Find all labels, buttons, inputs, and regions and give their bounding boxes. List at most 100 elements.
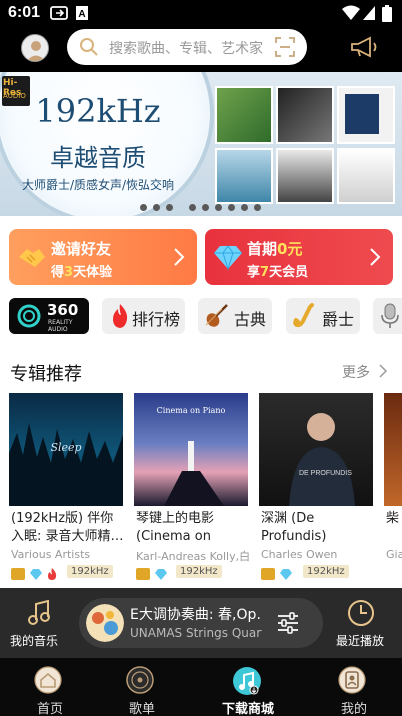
membership-reward: 享7天会员 [247, 261, 308, 280]
page-dot [202, 204, 209, 211]
quality-badges-icon [136, 568, 167, 580]
svg-text:A: A [78, 9, 85, 20]
recent-play-label: 最近播放 [336, 634, 385, 648]
forest-artwork: Sleep [9, 423, 123, 506]
album-badges [136, 566, 172, 580]
album-artist: Karl-Andreas Kolly,白… [136, 550, 250, 563]
nav-store[interactable]: 下载商城 [198, 658, 298, 716]
nav-mine-label: 我的 [340, 702, 367, 716]
svg-text:Sleep: Sleep [50, 441, 81, 454]
chip-jazz-label: 爵士 [322, 310, 355, 329]
now-playing-art [86, 604, 124, 642]
megaphone-icon[interactable] [350, 36, 380, 58]
lighthouse-artwork: Cinema on Piano [157, 406, 226, 506]
chevron-right-icon [174, 248, 185, 266]
more-label: 更多 [342, 365, 370, 381]
status-time: 6:01 [8, 4, 41, 21]
diamond-icon [214, 245, 242, 271]
membership-title: 首期0元 [247, 238, 302, 259]
album-title: 深渊 (De Profundis) [261, 511, 327, 544]
banner-album-cover [337, 86, 395, 144]
album-art-icon [86, 604, 124, 642]
chip-jazz[interactable]: 爵士 [286, 298, 360, 334]
chip-360-reality: REALITY [48, 319, 73, 326]
banner-album-cover [337, 148, 395, 204]
user-icon [26, 41, 46, 61]
banner-tagline: 大师爵士/质感女声/恢弘交响 [21, 178, 175, 192]
invite-friends-card[interactable]: 邀请好友 得3天体验 [9, 229, 197, 285]
album-card[interactable]: DE PROFUNDIS 深渊 (De Profundis) Charles O… [259, 393, 375, 585]
album-frequency: 192kHz [303, 565, 349, 578]
chip-360-reality-audio[interactable]: 360 REALITY AUDIO [9, 298, 89, 334]
membership-card[interactable]: 首期0元 享7天会员 [205, 229, 393, 285]
page-dot [140, 204, 147, 211]
page-dot [228, 204, 235, 211]
promo-banner[interactable]: Hi-Res AUDIO 192kHz 卓越音质 大师爵士/质感女声/恢弘交响 [0, 72, 402, 216]
membership-title-pre: 首期 [247, 240, 278, 258]
app-header: 搜索歌曲、专辑、艺术家 [0, 28, 402, 72]
chip-charts-label: 排行榜 [132, 310, 181, 329]
scan-icon[interactable] [275, 37, 295, 57]
profile-icon [338, 666, 366, 694]
chip-360-number: 360 [47, 301, 79, 319]
violin-icon [205, 304, 228, 327]
album-frequency: 192kHz [67, 565, 113, 578]
my-music-label: 我的音乐 [10, 634, 59, 648]
banner-page-indicator [140, 196, 267, 215]
page-dot [166, 204, 173, 211]
chip-vocal[interactable] [373, 298, 402, 334]
album-frequency: 192kHz [176, 565, 222, 578]
svg-text:DE PROFUNDIS: DE PROFUNDIS [299, 470, 352, 477]
music-store-icon [233, 667, 261, 695]
membership-days: 7 [260, 265, 270, 280]
invite-reward-days: 3 [64, 265, 74, 280]
album-card[interactable]: Cinema on Piano 琴键上的电影 (Cinema on Pian… … [134, 393, 250, 585]
svg-text:Cinema on Piano: Cinema on Piano [157, 406, 226, 415]
portrait-artwork: DE PROFUNDIS [289, 413, 355, 506]
page-dot [241, 204, 248, 211]
signal-icon [363, 6, 375, 20]
invite-reward: 得3天体验 [51, 261, 112, 280]
disc-icon [126, 666, 154, 694]
playlist-controls-icon[interactable] [276, 611, 300, 635]
banner-subtitle: 卓越音质 [50, 144, 146, 172]
recent-play-button[interactable]: 最近播放 [330, 588, 402, 658]
my-music-button[interactable]: 我的音乐 [0, 588, 72, 658]
album-cover: Sleep [9, 393, 123, 506]
chevron-right-icon [379, 364, 388, 378]
nav-store-label: 下载商城 [221, 702, 274, 716]
album-title: (192kHz版) 伴你入眠: 录音大师精… [11, 511, 124, 544]
chip-classical-label: 古典 [234, 310, 267, 329]
invite-title: 邀请好友 [51, 240, 112, 258]
chip-charts[interactable]: 排行榜 [102, 298, 185, 334]
nav-playlists[interactable]: 歌单 [92, 658, 192, 716]
360-audio-icon [17, 304, 41, 328]
now-playing[interactable]: E大调协奏曲: 春,Op… UNAMAS Strings Quart… [79, 598, 323, 648]
status-bar: 6:01 A [0, 0, 402, 28]
bottom-nav: 首页 歌单 下载商城 我的 [0, 658, 402, 716]
nav-mine[interactable]: 我的 [304, 658, 402, 716]
more-link[interactable]: 更多 [342, 362, 388, 382]
album-badges [11, 566, 63, 580]
banner-album-cover [215, 86, 273, 144]
player-bar: 我的音乐 E大调协奏曲: 春,Op… UNAMAS Strings Quart… [0, 588, 402, 658]
flame-icon [113, 304, 128, 328]
album-cover: DE PROFUNDIS [259, 393, 373, 506]
microphone-icon [381, 303, 399, 328]
banner-title: 192kHz [35, 92, 161, 130]
search-bar[interactable]: 搜索歌曲、专辑、艺术家 [67, 29, 307, 65]
album-title: 琴键上的电影 (Cinema on Pian… [136, 511, 215, 544]
album-badges [261, 566, 297, 580]
banner-album-cover [276, 86, 334, 144]
chip-360-audio: AUDIO [48, 326, 68, 333]
album-card[interactable]: Sleep (192kHz版) 伴你入眠: 录音大师精… Various Art… [9, 393, 125, 585]
nav-home[interactable]: 首页 [0, 658, 100, 716]
now-playing-title: E大调协奏曲: 春,Op… [130, 607, 262, 623]
chip-classical[interactable]: 古典 [198, 298, 272, 334]
user-avatar[interactable] [21, 34, 49, 62]
a-notification-icon: A [76, 6, 88, 20]
page-dot [215, 204, 222, 211]
page-dot [254, 204, 261, 211]
music-note-icon [28, 600, 50, 625]
album-card[interactable]: 柴 Gia [384, 393, 402, 585]
